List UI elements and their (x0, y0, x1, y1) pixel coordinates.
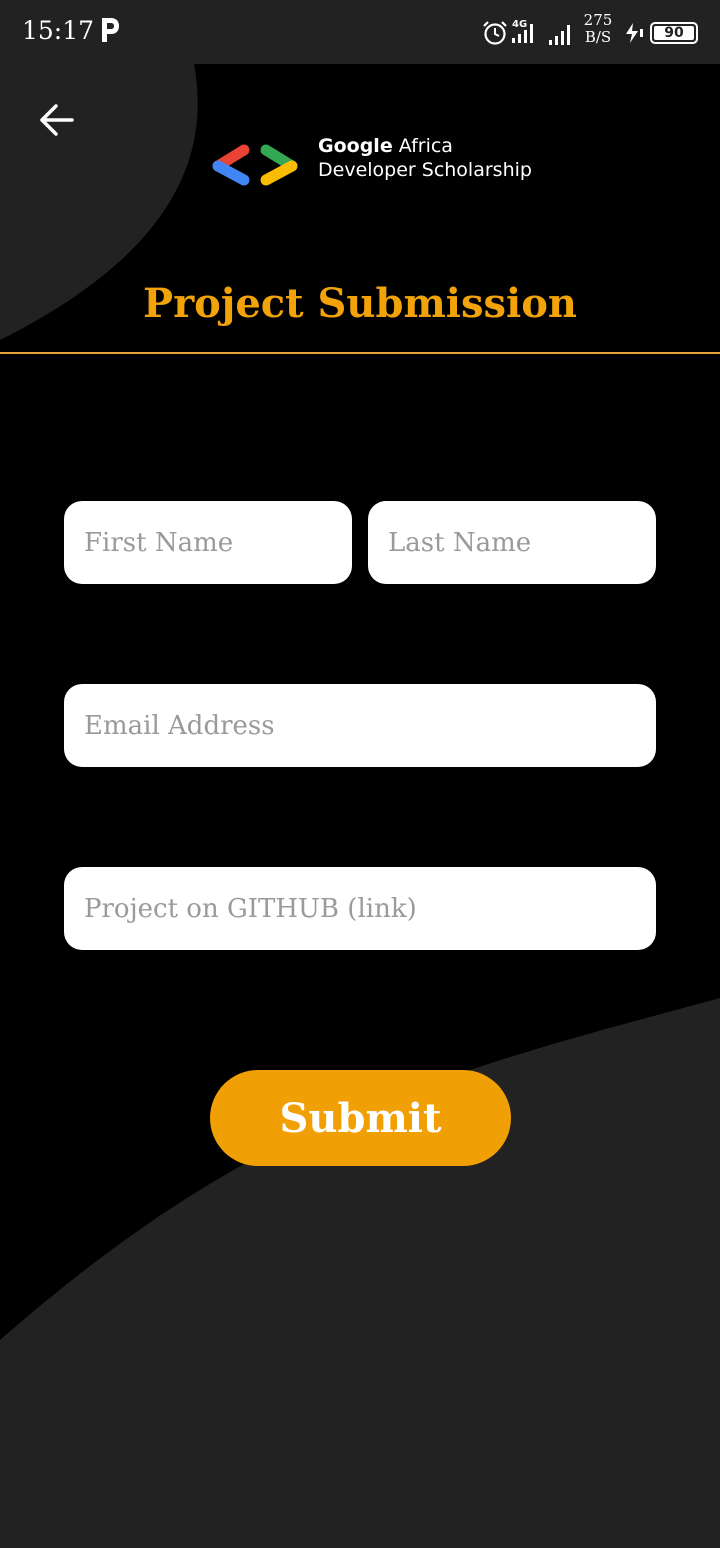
battery-icon: 90 (650, 22, 698, 44)
signal-4g-icon: 4G (512, 19, 533, 43)
first-name-input[interactable] (64, 501, 352, 584)
last-name-input[interactable] (368, 501, 656, 584)
parking-app-icon (102, 18, 119, 42)
logo-africa-text: Africa (392, 135, 453, 157)
background-shapes (0, 64, 720, 1548)
battery-level: 90 (664, 25, 684, 41)
svg-text:4G: 4G (512, 19, 527, 30)
speed-value: 275 (583, 11, 613, 29)
status-time: 15:17 (22, 16, 95, 45)
gads-logo-icon (212, 144, 298, 186)
submit-button[interactable]: Submit (210, 1070, 511, 1166)
github-link-input[interactable] (64, 867, 656, 950)
speed-unit: B/S (584, 28, 612, 46)
back-arrow-icon[interactable] (28, 96, 84, 144)
charging-icon (626, 23, 643, 43)
alarm-icon (483, 21, 507, 45)
email-input[interactable] (64, 684, 656, 767)
signal-icon (549, 25, 570, 45)
page-title: Project Submission (143, 280, 577, 327)
status-bar: 15:17 4G 275 B/S 90 (0, 0, 720, 64)
logo-google-text: Google (318, 135, 393, 157)
title-divider (0, 352, 720, 354)
logo-scholarship-text: Developer Scholarship (318, 159, 532, 181)
logo-wordmark: Google Africa Developer Scholarship (318, 134, 532, 182)
network-speed: 275 B/S (580, 12, 616, 46)
